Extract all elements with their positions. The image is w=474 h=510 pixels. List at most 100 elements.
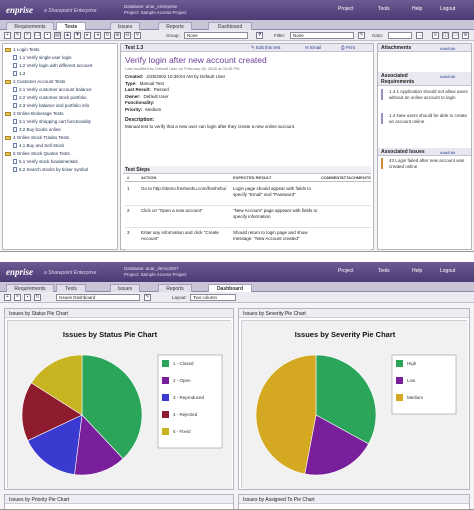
side-panel: Attachments Add/Edit Associated Requirem… [377, 43, 472, 250]
collapse-icon[interactable]: ⊟ [124, 32, 131, 39]
indent-icon[interactable]: ▸ [84, 32, 91, 39]
tab-requirements[interactable]: Requirements [6, 22, 54, 30]
up-icon[interactable]: ▲ [64, 32, 71, 39]
email-link[interactable]: ✉ Email [305, 45, 321, 51]
options-icon[interactable]: ⚙ [462, 32, 469, 39]
assoc-issue-item[interactable]: 43 Login failed after new account was cr… [381, 158, 469, 169]
view-split-icon[interactable]: ◫ [442, 32, 449, 39]
step-row[interactable]: 1 Go to http://demo.fresheshu.com/freshsh… [125, 185, 371, 206]
tree-item[interactable]: 5 Online Stock Quotes Tests [5, 151, 70, 157]
description-label: Description: [125, 117, 155, 123]
assoc-req-item[interactable]: 1.4 New users should be able to create a… [381, 113, 469, 124]
goto-icon[interactable]: → [416, 32, 423, 39]
view-list-icon[interactable]: ≡ [432, 32, 439, 39]
tree-item-label: 2.3 Verify balance and portfolio info [19, 103, 90, 108]
expand-icon[interactable]: ⊞ [114, 32, 121, 39]
tree-item[interactable]: 5.1 Verify stock fundamentals [13, 159, 78, 165]
assoc-issues-add-link[interactable]: Add/Edit [440, 150, 455, 155]
save-icon[interactable]: ▪ [44, 32, 51, 39]
tools-menu[interactable]: Tools [378, 6, 390, 12]
tab-reports[interactable]: Reports [158, 284, 192, 292]
step-row[interactable]: 3 Enter any information and click "Create… [125, 229, 371, 250]
tree-item[interactable]: 2.2 Verify customer stock portfolio [13, 95, 87, 101]
copy-icon[interactable]: ❐ [34, 32, 41, 39]
tree-item[interactable]: 5.2 Search stocks by ticker symbol [13, 167, 88, 173]
legend-label: 2 - Open [173, 378, 191, 383]
goto-input[interactable] [388, 32, 412, 39]
layout-select[interactable]: Two column [190, 294, 236, 301]
filter-edit-icon[interactable]: ✎ [358, 32, 365, 39]
legend-swatch [396, 394, 403, 401]
attachments-label: Attachments [381, 45, 412, 51]
tree-item[interactable]: 1.3 [13, 71, 25, 77]
tab-requirements[interactable]: Requirements [6, 284, 54, 292]
chart-title: Issues by Status Pie Chart [63, 330, 158, 339]
tree-item[interactable]: 1.1 Verify single user login [13, 55, 72, 61]
tab-tests[interactable]: Tests [56, 22, 86, 30]
email-label: Email [310, 45, 322, 50]
dashboard-edit-icon[interactable]: ✎ [144, 294, 151, 301]
tab-tests[interactable]: Tests [56, 284, 86, 292]
tree-item[interactable]: 1.2 Verify login with different account [13, 63, 92, 69]
filter-icon[interactable]: ⧩ [256, 32, 263, 39]
tree-item[interactable]: 4.1 Buy and Sell Stock [13, 143, 64, 149]
tree-item-label: 1.1 Verify single user login [19, 55, 72, 60]
refresh-icon[interactable]: ↻ [34, 294, 41, 301]
assoc-issues-label: Associated Issues [381, 149, 425, 155]
add-widget-icon[interactable]: + [4, 294, 11, 301]
tree-item[interactable]: 3.2 Buy books online [13, 127, 61, 133]
severity-panel-title: Issues by Severity Pie Chart [239, 309, 469, 318]
step-expected: "New Account" page appears with fields t… [233, 208, 318, 219]
step-row[interactable]: 2 Click on "Open a new account" "New Accou… [125, 207, 371, 228]
outdent-icon[interactable]: ◂ [94, 32, 101, 39]
step-action: Enter any information and click "Create … [141, 230, 219, 241]
assoc-req-add-link[interactable]: Add/Edit [440, 74, 455, 79]
edit-test-link[interactable]: ✎ Edit this test [251, 45, 281, 51]
print-icon[interactable]: ▤ [54, 32, 61, 39]
attachments-add-link[interactable]: Add/Edit [440, 46, 455, 51]
logout-link[interactable]: Logout [440, 6, 455, 12]
save-icon[interactable]: ▪ [24, 294, 31, 301]
tree-item[interactable]: 2.3 Verify balance and portfolio info [13, 103, 89, 109]
edit-icon[interactable]: ✎ [14, 32, 21, 39]
test-detail-pane: Test 1.3 ✎ Edit this test ✉ Email ⎙ Prin… [120, 43, 374, 250]
legend-label: 4 - Rejected [173, 412, 198, 417]
tree-item[interactable]: 2.1 Verify customer account balance [13, 87, 92, 93]
assoc-issues-header: Associated Issues Add/Edit [378, 148, 471, 156]
tree-item[interactable]: 3.1 Verify shopping cart functionality [13, 119, 91, 125]
project-menu[interactable]: Project [338, 6, 354, 12]
tree-item[interactable]: 2 Customer Account Tests [5, 79, 65, 85]
steps-column-header: ACTION [141, 175, 157, 180]
group-select[interactable]: None [184, 32, 248, 39]
database-info: Database: anar_enterprise Project: Sampl… [124, 4, 187, 16]
delete-icon[interactable]: × [24, 32, 31, 39]
tab-issues[interactable]: Issues [110, 284, 140, 292]
tree-item[interactable]: 4 Online Stock Trades Tests [5, 135, 69, 141]
logout-link[interactable]: Logout [440, 268, 455, 274]
dashboard-select[interactable]: Issues Dashboard [56, 294, 140, 301]
delete-icon[interactable]: × [14, 294, 21, 301]
assoc-req-item[interactable]: 1.4.1 Application should not allow users… [381, 89, 469, 100]
app-header: enprise a Sharepoint Enterprise Database… [0, 262, 474, 282]
tab-reports[interactable]: Reports [158, 22, 192, 30]
view-detail-icon[interactable]: ▭ [452, 32, 459, 39]
refresh-icon[interactable]: ↻ [104, 32, 111, 39]
tab-dashboard[interactable]: Dashboard [208, 22, 252, 30]
project-menu[interactable]: Project [338, 268, 354, 274]
tab-issues[interactable]: Issues [110, 22, 140, 30]
step-expected: Should return to login page and show mes… [233, 230, 308, 241]
tree-item-label: 3.1 Verify shopping cart functionality [19, 119, 92, 124]
dashboard-toolbar: + × ▪ ↻ Issues Dashboard ✎ Layout: Two c… [0, 292, 474, 303]
find-icon[interactable]: ⚲ [134, 32, 141, 39]
down-icon[interactable]: ▼ [74, 32, 81, 39]
help-menu[interactable]: Help [412, 268, 422, 274]
print-link[interactable]: ⎙ Print [341, 45, 355, 50]
tab-dashboard[interactable]: Dashboard [208, 284, 252, 292]
tree-item[interactable]: 3 Online Brokerage Tests [5, 111, 63, 117]
step-action: Go to http://demo.fresheshu.com/freshshu… [141, 186, 227, 191]
tree-item[interactable]: 1 Login Tests [5, 47, 39, 53]
help-menu[interactable]: Help [412, 6, 422, 12]
filter-select[interactable]: None [290, 32, 354, 39]
new-icon[interactable]: + [4, 32, 11, 39]
tools-menu[interactable]: Tools [378, 268, 390, 274]
